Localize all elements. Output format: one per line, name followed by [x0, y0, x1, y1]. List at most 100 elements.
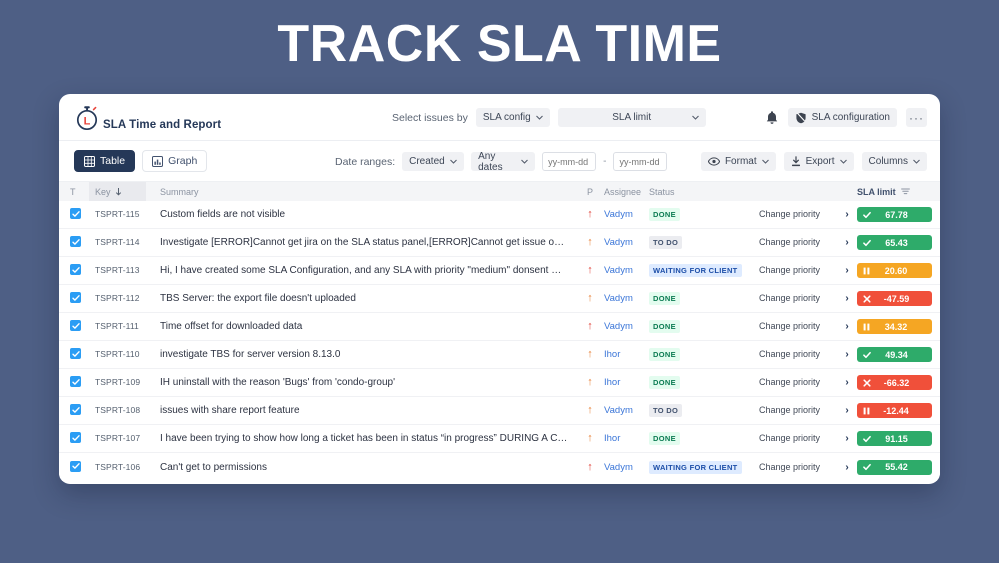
row-summary[interactable]: Can't get to permissions [146, 462, 576, 473]
row-key[interactable]: TSPRT-113 [89, 265, 146, 276]
row-summary[interactable]: issues with share report feature [146, 405, 576, 416]
change-priority-action[interactable]: Change priority [759, 405, 837, 416]
row-summary[interactable]: I have been trying to show how long a ti… [146, 433, 576, 444]
column-header-summary: Summary [160, 186, 199, 197]
row-key[interactable]: TSPRT-108 [89, 405, 146, 416]
chevron-right-icon[interactable]: › [837, 349, 857, 360]
table-row[interactable]: TSPRT-112 TBS Server: the export file doe… [59, 285, 940, 313]
columns-button[interactable]: Columns [861, 152, 927, 171]
table-row[interactable]: TSPRT-109 IH uninstall with the reason 'B… [59, 369, 940, 397]
change-priority-action[interactable]: Change priority [759, 462, 837, 473]
row-key[interactable]: TSPRT-106 [89, 462, 146, 473]
format-button[interactable]: Format [700, 152, 776, 171]
change-priority-action[interactable]: Change priority [759, 237, 837, 248]
table-row[interactable]: TSPRT-111 Time offset for downloaded data… [59, 313, 940, 341]
row-assignee[interactable]: Vadym [604, 405, 649, 416]
chevron-right-icon[interactable]: › [837, 377, 857, 388]
tab-table[interactable]: Table [74, 150, 136, 172]
row-select-checkbox[interactable] [59, 320, 89, 333]
chevron-right-icon[interactable]: › [837, 209, 857, 220]
row-select-checkbox[interactable] [59, 208, 89, 221]
chevron-right-icon[interactable]: › [837, 405, 857, 416]
tab-graph[interactable]: Graph [142, 150, 208, 172]
date-range-select[interactable]: Any dates [471, 151, 536, 173]
row-summary[interactable]: Custom fields are not visible [146, 209, 576, 220]
row-key[interactable]: TSPRT-111 [89, 321, 146, 332]
chevron-right-icon[interactable]: › [837, 265, 857, 276]
change-priority-action[interactable]: Change priority [759, 321, 837, 332]
row-select-checkbox[interactable] [59, 432, 89, 445]
row-summary[interactable]: Investigate [ERROR]Cannot get jira on th… [146, 237, 576, 248]
row-select-checkbox[interactable] [59, 292, 89, 305]
table-row[interactable]: TSPRT-115 Custom fields are not visible ↑ V… [59, 201, 940, 229]
change-priority-action[interactable]: Change priority [759, 293, 837, 304]
date-field-select[interactable]: Created [402, 152, 465, 171]
page-root: TRACK SLA TIME L SLA Time and Report Sel… [0, 0, 999, 563]
sla-value: -66.32 [883, 377, 910, 388]
chevron-right-icon[interactable]: › [837, 433, 857, 444]
sla-config-select[interactable]: SLA config [475, 108, 550, 127]
filter-icon[interactable] [900, 188, 910, 196]
row-key[interactable]: TSPRT-115 [89, 209, 146, 220]
row-assignee[interactable]: Vadym [604, 462, 649, 473]
row-assignee[interactable]: Vadym [604, 265, 649, 276]
chevron-right-icon[interactable]: › [837, 293, 857, 304]
table-row[interactable]: TSPRT-108 issues with share report featur… [59, 397, 940, 425]
row-status: TO DO [649, 404, 759, 417]
change-priority-action[interactable]: Change priority [759, 265, 837, 276]
row-assignee[interactable]: Vadym [604, 321, 649, 332]
change-priority-action[interactable]: Change priority [759, 209, 837, 220]
sla-configuration-button[interactable]: SLA configuration [787, 108, 897, 127]
chevron-down-icon [450, 159, 458, 164]
row-summary[interactable]: TBS Server: the export file doesn't uplo… [146, 293, 576, 304]
row-key[interactable]: TSPRT-112 [89, 293, 146, 304]
sla-limit-select[interactable]: SLA limit [557, 108, 706, 127]
app-toolbar: Table Graph Date ranges: Created Any dat… [59, 141, 940, 182]
more-options-button[interactable]: ··· [906, 108, 927, 127]
download-icon [791, 156, 801, 167]
app-topbar: L SLA Time and Report Select issues by S… [59, 94, 940, 141]
row-select-checkbox[interactable] [59, 236, 89, 249]
row-assignee[interactable]: Ihor [604, 433, 649, 444]
table-row[interactable]: TSPRT-107 I have been trying to show how … [59, 425, 940, 453]
row-status: DONE [649, 208, 759, 221]
table-row[interactable]: TSPRT-113 Hi, I have created some SLA Con… [59, 257, 940, 285]
sla-config-select-value: SLA config [482, 112, 531, 123]
date-to-input[interactable] [613, 152, 668, 171]
priority-arrow-up-icon: ↑ [587, 292, 593, 304]
row-assignee[interactable]: Vadym [604, 293, 649, 304]
row-summary[interactable]: IH uninstall with the reason 'Bugs' from… [146, 377, 576, 388]
change-priority-action[interactable]: Change priority [759, 349, 837, 360]
row-select-checkbox[interactable] [59, 404, 89, 417]
column-header-key-label: Key [95, 186, 111, 197]
row-key[interactable]: TSPRT-107 [89, 433, 146, 444]
chevron-right-icon[interactable]: › [837, 321, 857, 332]
row-summary[interactable]: Hi, I have created some SLA Configuratio… [146, 265, 576, 276]
row-summary[interactable]: investigate TBS for server version 8.13.… [146, 349, 576, 360]
row-assignee[interactable]: Ihor [604, 349, 649, 360]
row-summary[interactable]: Time offset for downloaded data [146, 321, 576, 332]
chevron-right-icon[interactable]: › [837, 237, 857, 248]
row-key[interactable]: TSPRT-114 [89, 237, 146, 248]
row-assignee[interactable]: Vadym [604, 209, 649, 220]
export-button[interactable]: Export [783, 152, 854, 171]
table-row[interactable]: TSPRT-114 Investigate [ERROR]Cannot get j… [59, 229, 940, 257]
row-assignee[interactable]: Ihor [604, 377, 649, 388]
table-row[interactable]: TSPRT-106 Can't get to permissions ↑ Vadym W… [59, 453, 940, 481]
chevron-right-icon[interactable]: › [837, 462, 857, 473]
column-header-sla-limit[interactable]: SLA limit [857, 187, 940, 197]
row-key[interactable]: TSPRT-110 [89, 349, 146, 360]
change-priority-action[interactable]: Change priority [759, 377, 837, 388]
row-key[interactable]: TSPRT-109 [89, 377, 146, 388]
row-select-checkbox[interactable] [59, 348, 89, 361]
column-header-key[interactable]: Key [89, 182, 146, 201]
row-select-checkbox[interactable] [59, 264, 89, 277]
check-icon [863, 239, 871, 247]
table-row[interactable]: TSPRT-110 investigate TBS for server vers… [59, 341, 940, 369]
row-select-checkbox[interactable] [59, 460, 89, 474]
row-select-checkbox[interactable] [59, 376, 89, 389]
date-from-input[interactable] [542, 152, 597, 171]
bell-icon[interactable] [765, 110, 779, 126]
row-assignee[interactable]: Vadym [604, 237, 649, 248]
change-priority-action[interactable]: Change priority [759, 433, 837, 444]
